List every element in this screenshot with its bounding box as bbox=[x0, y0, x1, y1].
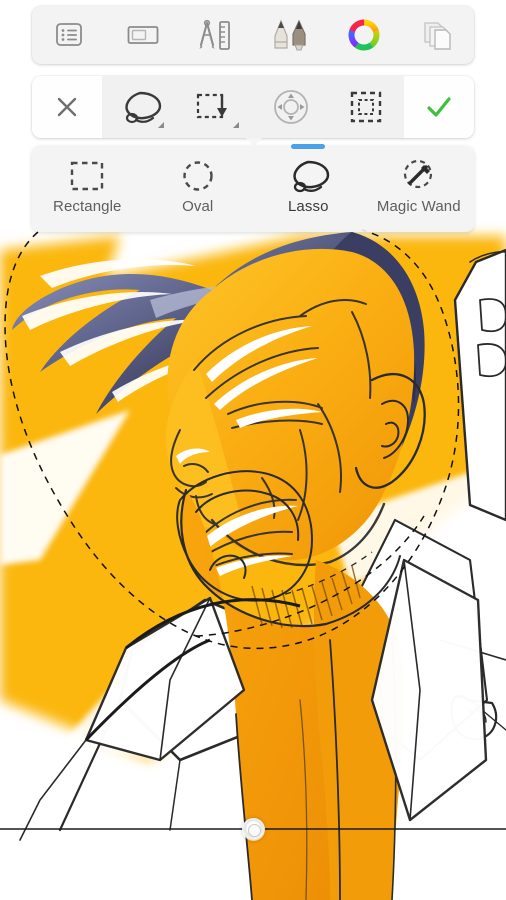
menu-icon[interactable] bbox=[32, 6, 106, 64]
lasso-icon bbox=[125, 91, 161, 124]
selection-transform-handle[interactable] bbox=[242, 818, 265, 841]
shape-option-label: Lasso bbox=[287, 198, 329, 215]
lasso-select-icon bbox=[283, 155, 333, 197]
confirm-button[interactable] bbox=[404, 76, 474, 138]
nudge-pad-button[interactable] bbox=[253, 76, 329, 138]
chevron-dropdown-icon[interactable] bbox=[233, 122, 239, 128]
lasso-tool-button[interactable] bbox=[102, 76, 178, 138]
shape-option-label: Oval bbox=[182, 198, 214, 215]
color-wheel-icon[interactable] bbox=[327, 6, 401, 64]
top-toolbar bbox=[32, 6, 474, 64]
marquee-button[interactable] bbox=[328, 76, 404, 138]
shape-option-magic-wand[interactable]: Magic Wand bbox=[364, 146, 475, 232]
marquee-select-icon bbox=[351, 91, 382, 123]
layers-icon[interactable] bbox=[400, 6, 474, 64]
cancel-button[interactable] bbox=[32, 76, 102, 138]
rectangle-select-icon bbox=[67, 155, 107, 197]
shape-option-label: Magic Wand bbox=[376, 198, 461, 215]
shape-option-rectangle[interactable]: Rectangle bbox=[32, 146, 143, 232]
brushes-icon[interactable] bbox=[253, 6, 327, 64]
oval-select-icon bbox=[179, 155, 217, 197]
transform-button[interactable] bbox=[177, 76, 253, 138]
close-icon bbox=[57, 97, 77, 117]
transform-icon bbox=[197, 93, 228, 119]
dropdown-caret-icon bbox=[246, 138, 262, 146]
canvas-icon[interactable] bbox=[106, 6, 180, 64]
direction-pad-icon bbox=[273, 90, 308, 124]
shape-option-oval[interactable]: Oval bbox=[143, 146, 254, 232]
shape-option-lasso[interactable]: Lasso bbox=[253, 144, 364, 232]
magic-wand-select-icon bbox=[399, 155, 439, 197]
active-indicator bbox=[291, 144, 326, 149]
selection-toolbar bbox=[32, 76, 474, 138]
checkmark-icon bbox=[427, 97, 451, 117]
chevron-dropdown-icon[interactable] bbox=[157, 122, 164, 128]
tools-icon[interactable] bbox=[179, 6, 253, 64]
selection-shape-menu: Rectangle Oval Lasso Magic Wand bbox=[32, 144, 475, 232]
app-root: Rectangle Oval Lasso Magic Wand bbox=[0, 0, 506, 900]
shape-option-label: Rectangle bbox=[53, 198, 122, 215]
